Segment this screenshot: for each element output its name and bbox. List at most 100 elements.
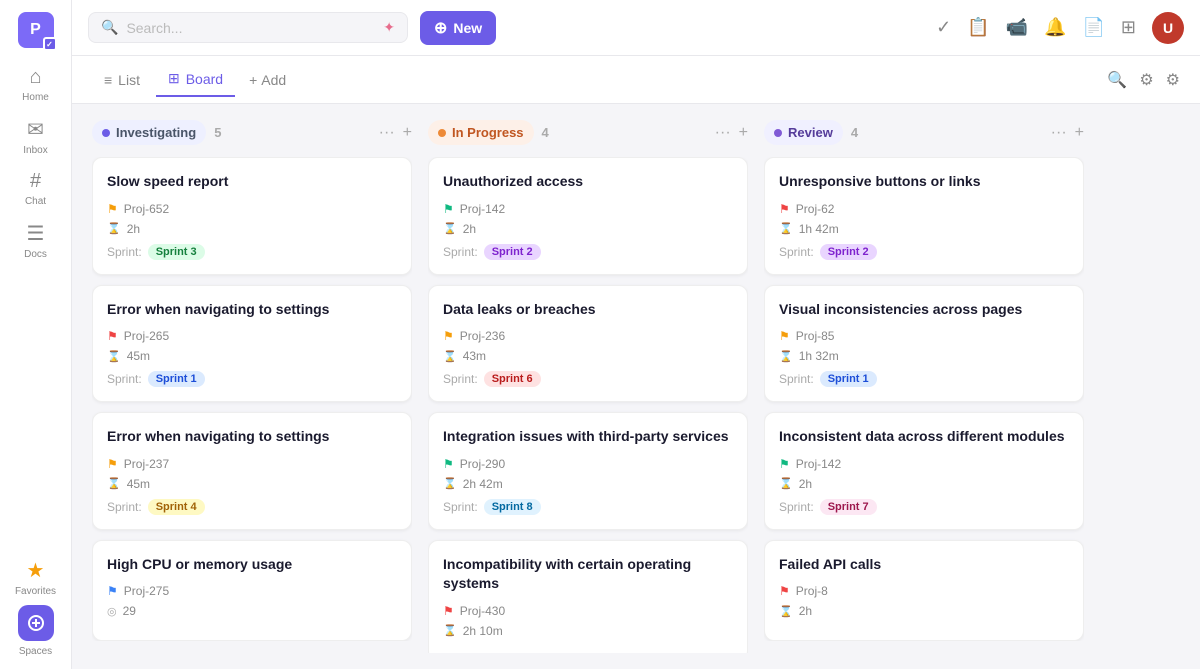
time-icon: ⌛ bbox=[443, 477, 457, 490]
card-meta: ⚑ Proj-275 bbox=[107, 584, 397, 598]
table-row[interactable]: Failed API calls ⚑ Proj-8 ⌛ 2h bbox=[764, 540, 1084, 642]
column-header-review: Review 4 ··· + bbox=[764, 120, 1084, 145]
column-badge-investigating: Investigating bbox=[92, 120, 206, 145]
tab-list[interactable]: ≡ List bbox=[92, 64, 152, 96]
sidebar-item-chat[interactable]: # Chat bbox=[12, 164, 60, 212]
table-row[interactable]: Error when navigating to settings ⚑ Proj… bbox=[92, 285, 412, 403]
sidebar-item-favorites[interactable]: ★ Favorites bbox=[12, 553, 60, 601]
table-row[interactable]: Visual inconsistencies across pages ⚑ Pr… bbox=[764, 285, 1084, 403]
plus-icon: ⊕ bbox=[434, 18, 447, 38]
column-add-icon-review[interactable]: + bbox=[1075, 124, 1084, 142]
time-icon: ⌛ bbox=[443, 222, 457, 235]
flag-icon: ⚑ bbox=[443, 457, 454, 471]
time-icon: ⌛ bbox=[779, 350, 793, 363]
card-title: Slow speed report bbox=[107, 172, 397, 192]
flag-icon: ⚑ bbox=[107, 457, 118, 471]
number-icon: ◎ bbox=[107, 605, 117, 618]
flag-icon: ⚑ bbox=[443, 202, 454, 216]
sprint-badge: Sprint 2 bbox=[820, 244, 877, 260]
card-sprint: Sprint: Sprint 2 bbox=[779, 244, 1069, 260]
sprint-badge: Sprint 4 bbox=[148, 499, 205, 515]
card-time-row: ⌛ 1h 42m bbox=[779, 222, 1069, 236]
column-add-icon-investigating[interactable]: + bbox=[403, 124, 412, 142]
column-badge-inprogress: In Progress bbox=[428, 120, 534, 145]
table-row[interactable]: Unresponsive buttons or links ⚑ Proj-62 … bbox=[764, 157, 1084, 275]
clipboard-icon[interactable]: 📋 bbox=[967, 17, 989, 38]
proj-id: Proj-237 bbox=[124, 457, 169, 471]
flag-icon: ⚑ bbox=[779, 584, 790, 598]
bell-icon[interactable]: 🔔 bbox=[1044, 17, 1066, 38]
card-meta: ⚑ Proj-85 bbox=[779, 329, 1069, 343]
grid-icon[interactable]: ⊞ bbox=[1121, 17, 1136, 38]
column-more-icon-investigating[interactable]: ··· bbox=[379, 124, 395, 142]
content-header: ≡ List ⊞ Board + Add 🔍 ⚙ ⚙ bbox=[72, 56, 1200, 104]
inbox-icon: ✉ bbox=[27, 117, 44, 142]
card-meta: ⚑ Proj-8 bbox=[779, 584, 1069, 598]
plus-icon-small: + bbox=[249, 72, 257, 88]
time-icon: ⌛ bbox=[107, 350, 121, 363]
card-meta: ⚑ Proj-142 bbox=[779, 457, 1069, 471]
home-icon: ⌂ bbox=[29, 66, 41, 89]
card-meta: ⚑ Proj-290 bbox=[443, 457, 733, 471]
search-action-icon[interactable]: 🔍 bbox=[1107, 70, 1127, 90]
proj-id: Proj-275 bbox=[124, 584, 169, 598]
card-title: Data leaks or breaches bbox=[443, 300, 733, 320]
card-sprint: Sprint: Sprint 3 bbox=[107, 244, 397, 260]
time-icon: ⌛ bbox=[443, 350, 457, 363]
filter-action-icon[interactable]: ⚙ bbox=[1139, 70, 1153, 90]
flag-icon: ⚑ bbox=[107, 202, 118, 216]
main-area: 🔍 Search... ✦ ⊕ New ✓ 📋 📹 🔔 📄 ⊞ U ≡ List… bbox=[72, 0, 1200, 669]
video-icon[interactable]: 📹 bbox=[1006, 17, 1028, 38]
card-sprint: Sprint: Sprint 7 bbox=[779, 499, 1069, 515]
file-icon[interactable]: 📄 bbox=[1082, 17, 1104, 38]
table-row[interactable]: Error when navigating to settings ⚑ Proj… bbox=[92, 412, 412, 530]
sprint-badge: Sprint 3 bbox=[148, 244, 205, 260]
check-icon[interactable]: ✓ bbox=[936, 17, 951, 38]
time-icon: ⌛ bbox=[779, 477, 793, 490]
tab-board[interactable]: ⊞ Board bbox=[156, 62, 235, 97]
table-row[interactable]: Slow speed report ⚑ Proj-652 ⌛ 2h Sprint… bbox=[92, 157, 412, 275]
sidebar-item-home[interactable]: ⌂ Home bbox=[12, 60, 60, 108]
flag-icon: ⚑ bbox=[779, 202, 790, 216]
tab-add[interactable]: + Add bbox=[239, 64, 296, 96]
docs-icon: ☰ bbox=[27, 221, 45, 246]
column-add-icon-inprogress[interactable]: + bbox=[739, 124, 748, 142]
flag-icon: ⚑ bbox=[779, 457, 790, 471]
column-more-icon-review[interactable]: ··· bbox=[1051, 124, 1067, 142]
table-row[interactable]: Unauthorized access ⚑ Proj-142 ⌛ 2h Spri… bbox=[428, 157, 748, 275]
table-row[interactable]: Inconsistent data across different modul… bbox=[764, 412, 1084, 530]
badge-dot-review bbox=[774, 129, 782, 137]
search-bar[interactable]: 🔍 Search... ✦ bbox=[88, 12, 408, 43]
time-icon: ⌛ bbox=[107, 222, 121, 235]
settings-action-icon[interactable]: ⚙ bbox=[1166, 70, 1180, 90]
avatar[interactable]: P ✓ bbox=[18, 12, 54, 48]
badge-dot-inprogress bbox=[438, 129, 446, 137]
card-sprint: Sprint: Sprint 8 bbox=[443, 499, 733, 515]
card-meta: ⚑ Proj-265 bbox=[107, 329, 397, 343]
card-meta: ⚑ Proj-237 bbox=[107, 457, 397, 471]
time-icon: ⌛ bbox=[779, 605, 793, 618]
sidebar-spaces-button[interactable] bbox=[18, 605, 54, 641]
proj-id: Proj-142 bbox=[460, 202, 505, 216]
flag-icon: ⚑ bbox=[443, 604, 454, 618]
header-actions: 🔍 ⚙ ⚙ bbox=[1107, 70, 1180, 90]
time-icon: ⌛ bbox=[107, 477, 121, 490]
column-review: Review 4 ··· + Unresponsive buttons or l… bbox=[764, 120, 1084, 653]
proj-id: Proj-290 bbox=[460, 457, 505, 471]
sidebar-item-docs[interactable]: ☰ Docs bbox=[12, 216, 60, 264]
ai-icon: ✦ bbox=[383, 19, 395, 36]
table-row[interactable]: High CPU or memory usage ⚑ Proj-275 ◎ 29 bbox=[92, 540, 412, 642]
card-time-row: ⌛ 43m bbox=[443, 349, 733, 363]
table-row[interactable]: Data leaks or breaches ⚑ Proj-236 ⌛ 43m … bbox=[428, 285, 748, 403]
card-meta: ⚑ Proj-430 bbox=[443, 604, 733, 618]
card-meta: ⚑ Proj-142 bbox=[443, 202, 733, 216]
column-more-icon-inprogress[interactable]: ··· bbox=[715, 124, 731, 142]
sidebar-item-inbox[interactable]: ✉ Inbox bbox=[12, 112, 60, 160]
proj-id: Proj-85 bbox=[796, 329, 835, 343]
column-investigating: Investigating 5 ··· + Slow speed report … bbox=[92, 120, 412, 653]
user-avatar[interactable]: U bbox=[1152, 12, 1184, 44]
table-row[interactable]: Incompatibility with certain operating s… bbox=[428, 540, 748, 653]
table-row[interactable]: Integration issues with third-party serv… bbox=[428, 412, 748, 530]
new-button[interactable]: ⊕ New bbox=[420, 11, 496, 45]
topnav-icons: ✓ 📋 📹 🔔 📄 ⊞ U bbox=[936, 12, 1184, 44]
